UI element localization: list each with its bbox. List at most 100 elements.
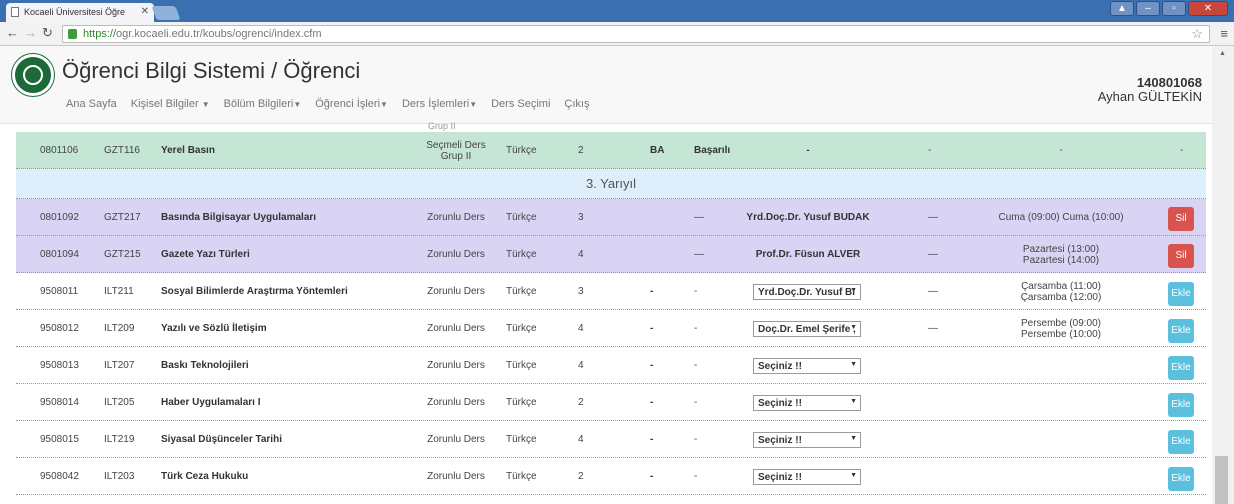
student-name: Ayhan GÜLTEKİN xyxy=(1097,89,1202,104)
add-course-button[interactable]: Ekle xyxy=(1168,467,1194,491)
instructor-select[interactable]: Seçiniz !! ▼ xyxy=(753,469,861,485)
course-credit: 4 xyxy=(578,323,584,334)
scroll-up-icon[interactable]: ▲ xyxy=(1219,50,1226,57)
course-short-code: ILT205 xyxy=(104,397,135,408)
course-column-dash: — xyxy=(928,249,938,260)
nav-student-affairs[interactable]: Öğrenci İşleri▼ xyxy=(315,98,388,110)
url-scheme: https:// xyxy=(83,28,117,40)
course-credit: 4 xyxy=(578,249,584,260)
course-result: - xyxy=(694,323,698,334)
course-instructor: - xyxy=(806,145,810,156)
course-result: - xyxy=(694,397,698,408)
nav-course-selection[interactable]: Ders Seçimi xyxy=(491,98,550,110)
chevron-down-icon: ▼ xyxy=(293,100,302,109)
instructor-selected-value: Seçiniz !! xyxy=(758,398,802,409)
minimize-button[interactable]: – xyxy=(1136,1,1160,16)
course-instructor: Prof.Dr. Füsun ALVER xyxy=(755,249,861,260)
profile-icon[interactable]: ▲ xyxy=(1110,1,1134,16)
new-tab-button[interactable] xyxy=(151,6,181,20)
schedule-line: Persembe (09:00) xyxy=(1020,317,1102,329)
delete-course-button[interactable]: Sil xyxy=(1168,207,1194,231)
course-type-label: Zorunlu Ders xyxy=(427,249,485,260)
instructor-selected-value: Seçiniz !! xyxy=(758,472,802,483)
instructor-select[interactable]: Doç.Dr. Emel Şerife , ▼ xyxy=(753,321,861,337)
back-icon[interactable]: ← xyxy=(6,25,19,40)
course-language: Türkçe xyxy=(506,249,537,260)
nav-course-operations[interactable]: Ders İşlemleri▼ xyxy=(402,98,477,110)
course-schedule: - xyxy=(991,132,1131,169)
course-short-code: ILT207 xyxy=(104,360,135,371)
course-code: 9508012 xyxy=(40,323,79,334)
course-grade xyxy=(650,199,690,236)
instructor-select[interactable]: Seçiniz !! ▼ xyxy=(753,395,861,411)
schedule-line: Pazartesi (13:00) xyxy=(1022,243,1100,255)
course-credit: 2 xyxy=(578,397,584,408)
course-schedule: Çarsamba (11:00) Çarsamba (12:00) xyxy=(991,273,1131,310)
page-scrollbar[interactable]: ▲ xyxy=(1212,46,1234,504)
course-credit: 2 xyxy=(578,145,584,156)
course-type-label: Seçmeli Ders xyxy=(426,139,486,151)
nav-home[interactable]: Ana Sayfa xyxy=(66,98,117,110)
course-schedule xyxy=(991,458,1131,495)
url-input[interactable]: https://ogr.kocaeli.edu.tr/koubs/ogrenci… xyxy=(62,25,1210,43)
course-column-dash: - xyxy=(928,145,932,156)
instructor-selected-value: Seçiniz !! xyxy=(758,361,802,372)
nav-personal-info[interactable]: Kişisel Bilgiler ▼ xyxy=(131,98,210,110)
course-code: 0801092 xyxy=(40,212,79,223)
add-course-button[interactable]: Ekle xyxy=(1168,319,1194,343)
instructor-select[interactable]: Yrd.Doç.Dr. Yusuf BI ▼ xyxy=(753,284,861,300)
course-name: Türk Ceza Hukuku xyxy=(161,471,249,482)
course-short-code: ILT203 xyxy=(104,471,135,482)
chevron-down-icon: ▼ xyxy=(201,100,210,109)
student-id: 140801068 xyxy=(1136,75,1202,90)
course-language: Türkçe xyxy=(506,145,537,156)
course-code: 0801094 xyxy=(40,249,79,260)
table-row: 9508015 ILT219 Siyasal Düşünceler Tarihi Zo… xyxy=(16,421,1206,458)
course-schedule: Pazartesi (13:00) Pazartesi (14:00) xyxy=(991,236,1131,273)
course-extra: - xyxy=(1180,145,1184,156)
reload-icon[interactable]: ↻ xyxy=(42,25,53,41)
maximize-button[interactable]: ▫ xyxy=(1162,1,1186,16)
add-course-button[interactable]: Ekle xyxy=(1168,282,1194,306)
table-row: 0801092 GZT217 Basında Bilgisayar Uygulama… xyxy=(16,199,1206,236)
browser-menu-icon[interactable]: ≡ xyxy=(1220,26,1228,41)
browser-tab[interactable]: Kocaeli Üniversitesi Öğre ✕ xyxy=(6,3,154,22)
table-row: 9508011 ILT211 Sosyal Bilimlerde Araştırma… xyxy=(16,273,1206,310)
add-course-button[interactable]: Ekle xyxy=(1168,430,1194,454)
course-code: 9508014 xyxy=(40,397,79,408)
course-name: Yerel Basın xyxy=(161,145,215,156)
course-result: - xyxy=(694,360,698,371)
close-window-button[interactable]: ✕ xyxy=(1188,1,1228,16)
chevron-down-icon: ▼ xyxy=(850,472,857,479)
nav-logout[interactable]: Çıkış xyxy=(564,98,589,110)
delete-course-button[interactable]: Sil xyxy=(1168,244,1194,268)
course-result: - xyxy=(694,434,698,445)
course-type: Seçmeli Ders Grup II xyxy=(416,132,496,169)
course-type: Zorunlu Ders xyxy=(416,236,496,273)
course-language: Türkçe xyxy=(506,323,537,334)
course-code: 9508013 xyxy=(40,360,79,371)
course-name: Baskı Teknolojileri xyxy=(161,360,249,371)
course-type-label: Zorunlu Ders xyxy=(427,434,485,445)
course-group-label: Grup II xyxy=(440,150,472,162)
instructor-select[interactable]: Seçiniz !! ▼ xyxy=(753,432,861,448)
course-code: 9508015 xyxy=(40,434,79,445)
bookmark-star-icon[interactable]: ☆ xyxy=(1191,26,1203,42)
course-type: Zorunlu Ders xyxy=(416,384,496,421)
close-tab-icon[interactable]: ✕ xyxy=(141,6,149,17)
main-nav: Ana Sayfa Kişisel Bilgiler ▼ Bölüm Bilgi… xyxy=(66,98,589,110)
nav-department-info[interactable]: Bölüm Bilgileri▼ xyxy=(224,98,302,110)
course-grade xyxy=(650,236,690,273)
scrollbar-thumb[interactable] xyxy=(1215,456,1228,504)
course-grade: - xyxy=(650,286,654,297)
add-course-button[interactable]: Ekle xyxy=(1168,356,1194,380)
course-type: Zorunlu Ders xyxy=(416,273,496,310)
course-type-label: Zorunlu Ders xyxy=(427,286,485,297)
add-course-button[interactable]: Ekle xyxy=(1168,393,1194,417)
semester-heading: 3. Yarıyıl xyxy=(16,169,1206,199)
course-short-code: ILT219 xyxy=(104,434,135,445)
schedule-line: Çarsamba (11:00) xyxy=(1021,280,1101,292)
forward-icon[interactable]: → xyxy=(24,25,37,40)
instructor-select[interactable]: Seçiniz !! ▼ xyxy=(753,358,861,374)
course-type: Zorunlu Ders xyxy=(416,310,496,347)
